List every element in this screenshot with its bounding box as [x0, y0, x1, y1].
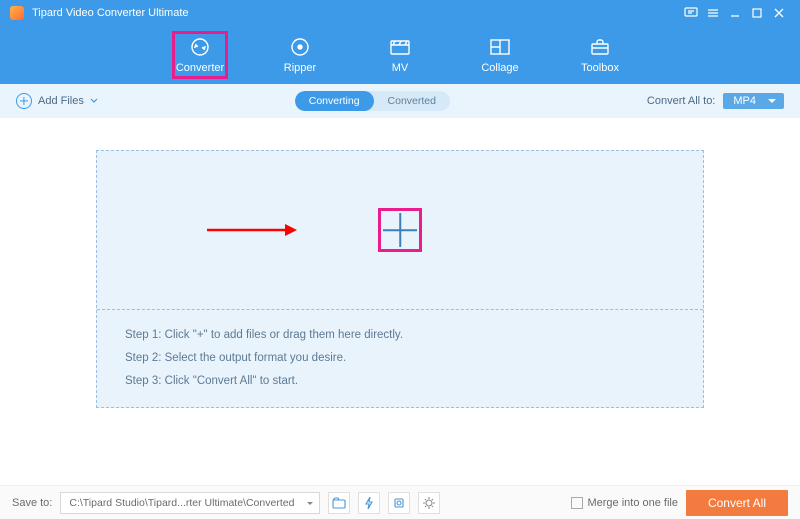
add-files-label: Add Files — [38, 95, 84, 107]
converter-icon — [188, 36, 212, 58]
app-logo-icon — [10, 6, 24, 20]
convert-all-button[interactable]: Convert All — [686, 490, 788, 516]
save-to-label: Save to: — [12, 497, 52, 509]
merge-label: Merge into one file — [587, 497, 678, 509]
top-nav: Converter Ripper MV Collage Toolbox — [0, 26, 800, 84]
annotation-arrow-icon — [207, 223, 297, 237]
tab-label: Converter — [176, 62, 224, 74]
menu-icon[interactable] — [702, 4, 724, 22]
mv-icon — [389, 36, 411, 58]
title-bar: Tipard Video Converter Ultimate — [0, 0, 800, 26]
checkbox-icon — [571, 497, 583, 509]
gpu-button[interactable] — [388, 492, 410, 514]
settings-button[interactable] — [418, 492, 440, 514]
app-title: Tipard Video Converter Ultimate — [32, 7, 680, 19]
status-segment: Converting Converted — [295, 91, 450, 111]
drop-zone[interactable]: Step 1: Click "+" to add files or drag t… — [96, 150, 704, 408]
tab-label: MV — [392, 62, 409, 74]
step-2: Step 2: Select the output format you des… — [125, 347, 675, 370]
open-folder-button[interactable] — [328, 492, 350, 514]
add-file-plus-button[interactable] — [378, 208, 422, 252]
drop-zone-top — [97, 151, 703, 309]
tab-ripper[interactable]: Ripper — [272, 36, 328, 74]
format-dropdown[interactable]: MP4 — [723, 93, 784, 109]
tab-converter[interactable]: Converter — [172, 31, 228, 79]
save-path-dropdown[interactable]: C:\Tipard Studio\Tipard...rter Ultimate\… — [60, 492, 320, 514]
seg-converting[interactable]: Converting — [295, 91, 374, 111]
collage-icon — [489, 36, 511, 58]
bottom-bar: Save to: C:\Tipard Studio\Tipard...rter … — [0, 485, 800, 519]
chevron-down-icon — [90, 98, 98, 104]
plus-icon — [383, 213, 417, 247]
tab-collage[interactable]: Collage — [472, 36, 528, 74]
step-1: Step 1: Click "+" to add files or drag t… — [125, 324, 675, 347]
convert-all-to-label: Convert All to: — [647, 95, 715, 107]
add-files-button[interactable]: Add Files — [16, 93, 98, 109]
work-area: Step 1: Click "+" to add files or drag t… — [0, 118, 800, 485]
plus-circle-icon — [16, 93, 32, 109]
maximize-icon[interactable] — [746, 4, 768, 22]
tab-label: Ripper — [284, 62, 316, 74]
merge-checkbox[interactable]: Merge into one file — [571, 497, 678, 509]
ripper-icon — [289, 36, 311, 58]
seg-converted[interactable]: Converted — [374, 91, 450, 111]
toolbox-icon — [589, 36, 611, 58]
tab-label: Collage — [481, 62, 518, 74]
convert-all-to: Convert All to: MP4 — [647, 93, 784, 109]
tab-label: Toolbox — [581, 62, 619, 74]
instructions: Step 1: Click "+" to add files or drag t… — [97, 309, 703, 407]
tab-mv[interactable]: MV — [372, 36, 428, 74]
step-3: Step 3: Click "Convert All" to start. — [125, 370, 675, 393]
minimize-icon[interactable] — [724, 4, 746, 22]
tab-toolbox[interactable]: Toolbox — [572, 36, 628, 74]
close-icon[interactable] — [768, 4, 790, 22]
lightning-button[interactable] — [358, 492, 380, 514]
sub-bar: Add Files Converting Converted Convert A… — [0, 84, 800, 118]
feedback-icon[interactable] — [680, 4, 702, 22]
